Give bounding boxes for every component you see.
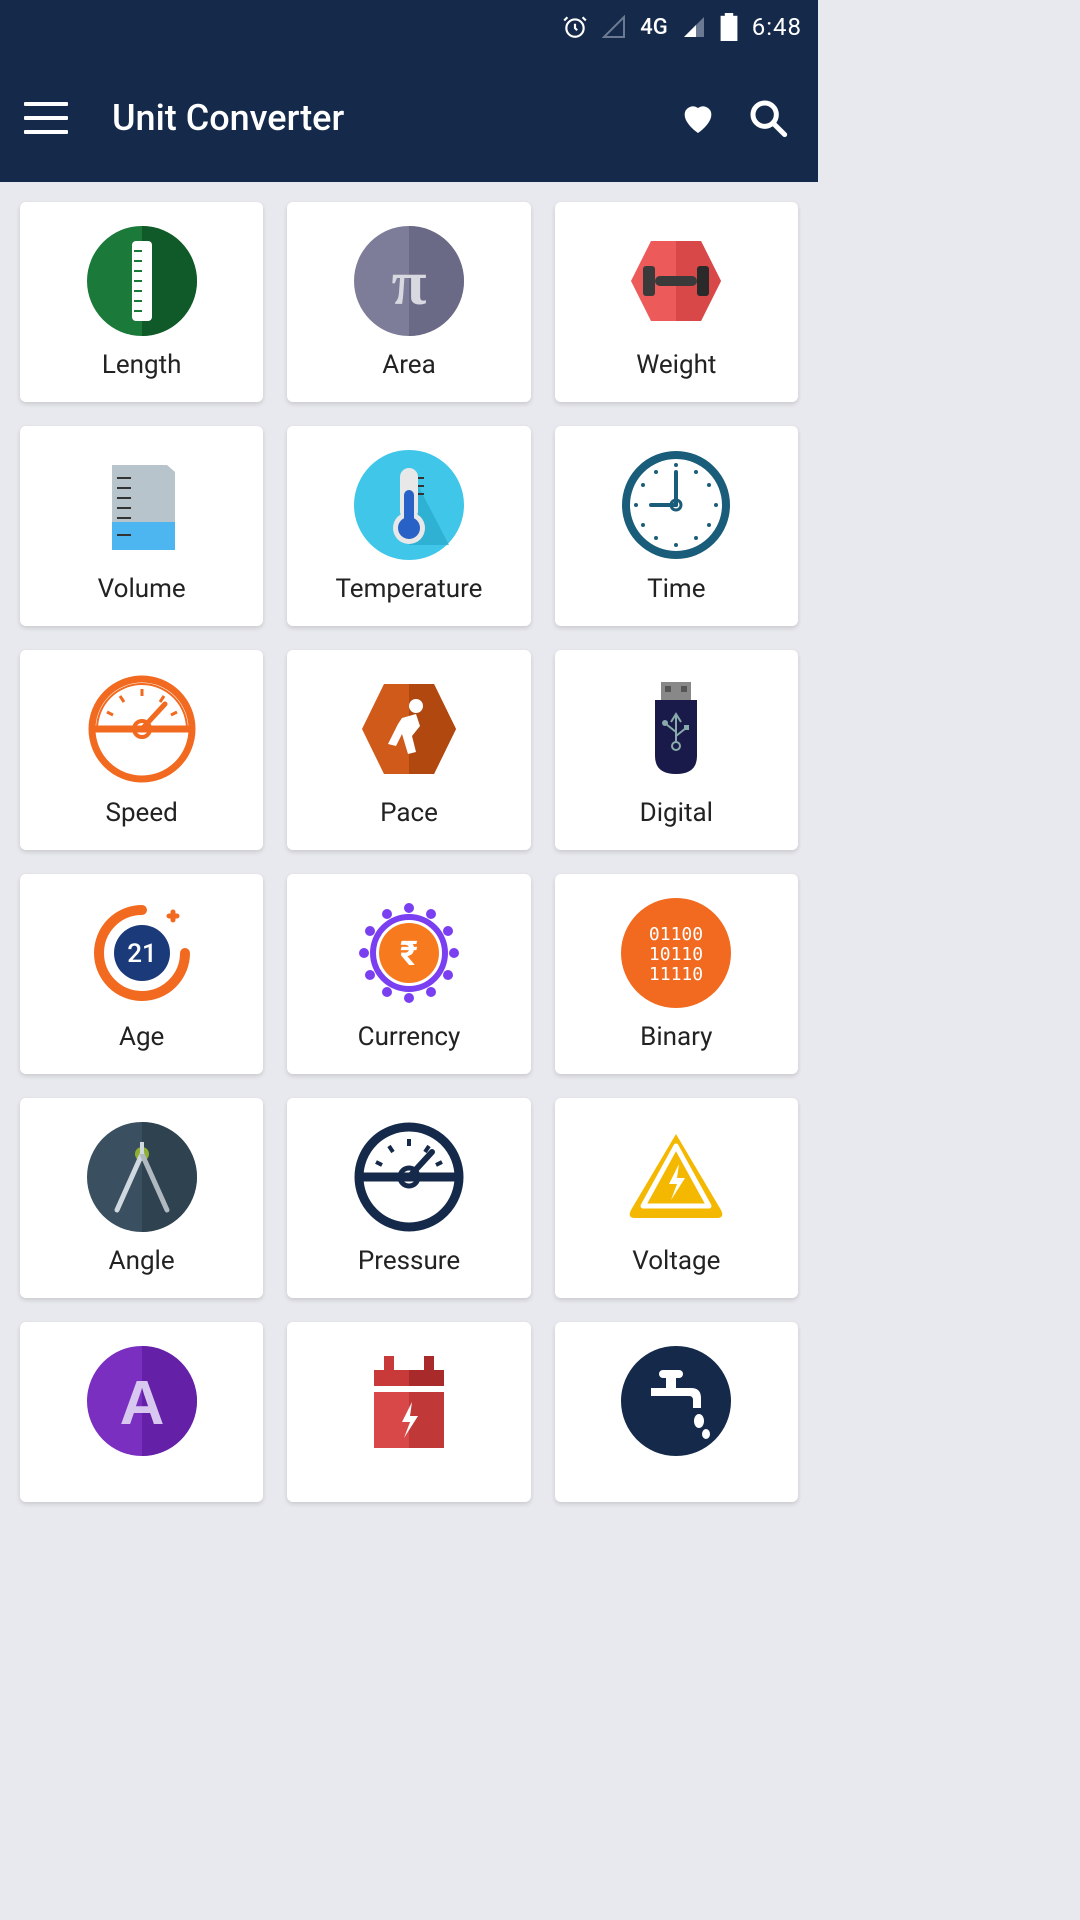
svg-text:10110: 10110 — [649, 944, 703, 965]
search-button[interactable] — [742, 92, 794, 144]
category-flow[interactable] — [555, 1322, 798, 1502]
usb-icon — [621, 674, 731, 784]
signal-icon — [682, 15, 706, 39]
category-label: Time — [647, 574, 705, 604]
category-temperature[interactable]: Temperature — [287, 426, 530, 626]
dumbbell-icon — [621, 226, 731, 336]
svg-text:01100: 01100 — [649, 924, 703, 945]
category-label: Currency — [358, 1022, 461, 1052]
app-bar: Unit Converter — [0, 54, 818, 182]
category-length[interactable]: Length — [20, 202, 263, 402]
category-volume[interactable]: Volume — [20, 426, 263, 626]
category-label: Voltage — [632, 1246, 720, 1276]
category-area[interactable]: π Area — [287, 202, 530, 402]
svg-text:₹: ₹ — [400, 934, 418, 974]
category-label: Area — [382, 350, 435, 380]
category-currency[interactable]: ₹ Currency — [287, 874, 530, 1074]
category-speed[interactable]: Speed — [20, 650, 263, 850]
svg-text:A: A — [119, 1369, 164, 1438]
clock-icon — [621, 450, 731, 560]
tap-icon — [621, 1346, 731, 1456]
category-age[interactable]: 21 Age — [20, 874, 263, 1074]
search-icon — [748, 98, 788, 138]
category-pressure[interactable]: Pressure — [287, 1098, 530, 1298]
category-label: Pace — [380, 798, 438, 828]
compass-icon — [87, 1122, 197, 1232]
category-label: Temperature — [336, 574, 483, 604]
category-angle[interactable]: Angle — [20, 1098, 263, 1298]
svg-text:π: π — [391, 247, 426, 318]
running-icon — [354, 674, 464, 784]
clock-time: 6:48 — [752, 13, 802, 41]
category-time[interactable]: Time — [555, 426, 798, 626]
category-voltage[interactable]: Voltage — [555, 1098, 798, 1298]
category-weight[interactable]: Weight — [555, 202, 798, 402]
speedometer-icon — [87, 674, 197, 784]
category-label: Binary — [640, 1022, 712, 1052]
voltage-icon — [621, 1122, 731, 1232]
thermometer-icon — [354, 450, 464, 560]
category-label: Angle — [109, 1246, 175, 1276]
binary-icon: 01100 10110 11110 — [621, 898, 731, 1008]
category-label: Digital — [640, 798, 713, 828]
pi-icon: π — [354, 226, 464, 336]
category-label: Length — [102, 350, 182, 380]
category-power[interactable] — [287, 1322, 530, 1502]
gauge-icon — [354, 1122, 464, 1232]
category-pace[interactable]: Pace — [287, 650, 530, 850]
category-label: Speed — [106, 798, 178, 828]
category-label: Weight — [636, 350, 716, 380]
beaker-icon — [87, 450, 197, 560]
currency-icon: ₹ — [354, 898, 464, 1008]
alarm-icon — [562, 14, 588, 40]
heart-icon — [678, 98, 718, 138]
category-binary[interactable]: 01100 10110 11110 Binary — [555, 874, 798, 1074]
favorite-button[interactable] — [672, 92, 724, 144]
signal-empty-icon — [602, 15, 626, 39]
status-bar: 4G 6:48 — [0, 0, 818, 54]
category-ampere[interactable]: A — [20, 1322, 263, 1502]
network-label: 4G — [640, 15, 668, 40]
svg-text:21: 21 — [127, 939, 157, 969]
category-grid: Length π Area Weight — [0, 182, 818, 1522]
battery-icon — [720, 13, 738, 41]
category-label: Age — [119, 1022, 164, 1052]
page-title: Unit Converter — [112, 97, 654, 139]
category-label: Volume — [98, 574, 186, 604]
age-icon: 21 — [87, 898, 197, 1008]
ruler-icon — [87, 226, 197, 336]
battery-power-icon — [354, 1346, 464, 1456]
svg-text:11110: 11110 — [649, 964, 703, 985]
category-digital[interactable]: Digital — [555, 650, 798, 850]
hamburger-menu-icon[interactable] — [24, 102, 68, 134]
category-label: Pressure — [358, 1246, 460, 1276]
ampere-icon: A — [87, 1346, 197, 1456]
